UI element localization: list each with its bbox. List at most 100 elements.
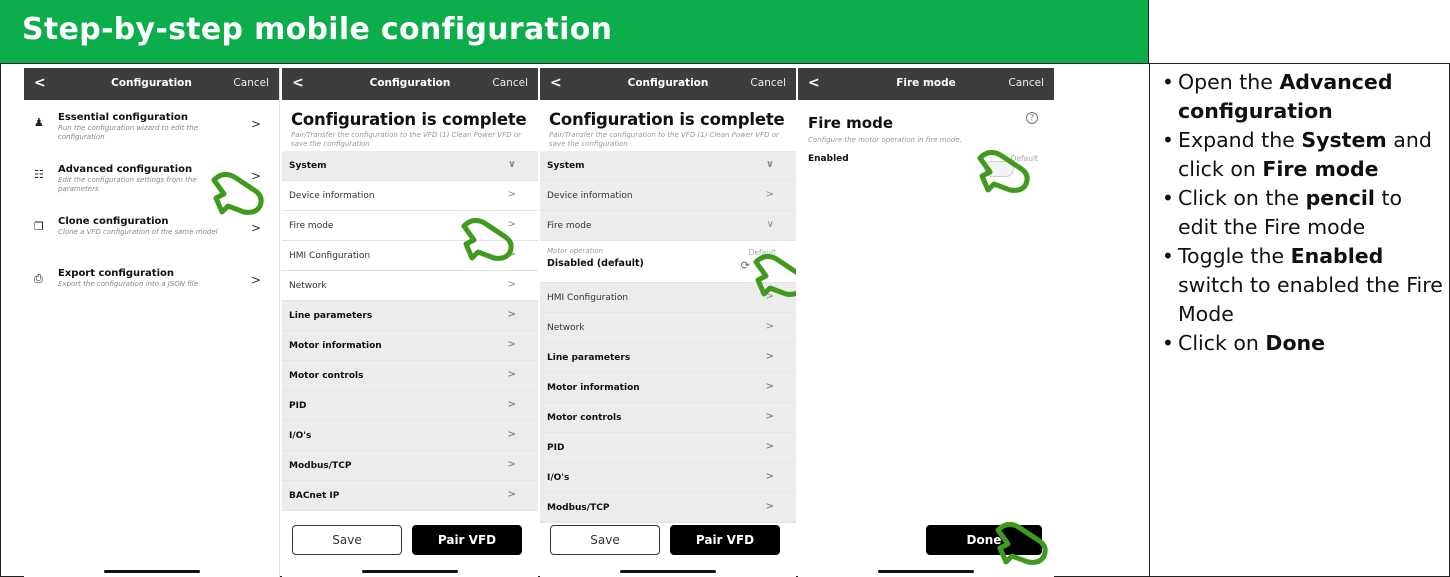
chevron-right-icon: >	[765, 321, 774, 332]
section-row-bacnet-ip[interactable]: BACnet IP >	[282, 481, 538, 511]
menu-item-title: Clone configuration	[58, 216, 169, 227]
chevron-right-icon: >	[507, 369, 516, 380]
chevron-right-icon: >	[250, 221, 261, 235]
chevron-down-icon: ∨	[507, 159, 516, 170]
top-bar: < Fire mode Cancel	[798, 68, 1054, 100]
menu-item-desc: Clone a VFD configuration of the same mo…	[58, 228, 218, 236]
chevron-down-icon: ∨	[765, 159, 774, 170]
chevron-right-icon: >	[765, 411, 774, 422]
instruction-step: • Click on Done	[1162, 331, 1326, 355]
instruction-step: • Open the Advanced configuration	[1162, 70, 1393, 123]
chevron-right-icon: >	[507, 279, 516, 290]
section-row-device-information[interactable]: Device information >	[540, 181, 796, 211]
cancel-button[interactable]: Cancel	[492, 77, 528, 89]
pointer-hand-icon	[461, 218, 514, 261]
chevron-right-icon: >	[507, 429, 516, 440]
export-icon: ⎙	[34, 272, 43, 285]
cancel-button[interactable]: Cancel	[233, 77, 269, 89]
chevron-right-icon: >	[765, 351, 774, 362]
top-bar: < Configuration Cancel	[540, 68, 796, 100]
chevron-right-icon: >	[765, 381, 774, 392]
column-divider	[1149, 64, 1150, 577]
section-row-network[interactable]: Network >	[540, 313, 796, 343]
home-indicator	[104, 570, 200, 573]
section-row-modbus-tcp[interactable]: Modbus/TCP >	[282, 451, 538, 481]
pointer-hand-icon	[753, 254, 796, 297]
page-title: Step-by-step mobile configuration	[22, 12, 613, 47]
chevron-right-icon: >	[765, 441, 774, 452]
sliders-icon: ☷	[34, 168, 44, 181]
section-row-line-parameters[interactable]: Line parameters >	[540, 343, 796, 373]
chevron-right-icon: >	[250, 273, 261, 287]
top-bar: < Configuration Cancel	[24, 68, 279, 100]
copy-icon: ❐	[34, 220, 44, 233]
instruction-list: • Open the Advanced configuration • Expand…	[1160, 68, 1445, 358]
section-row-pid[interactable]: PID >	[282, 391, 538, 421]
complete-heading: Configuration is complete	[291, 110, 527, 129]
menu-item-desc: Run the configuration wizard to edit the…	[58, 124, 199, 141]
phone-screen-configuration-menu: < Configuration Cancel ♟ Essential confi…	[24, 68, 280, 577]
menu-item-essential-configuration[interactable]: ♟ Essential configuration Run the config…	[24, 104, 279, 156]
cancel-button[interactable]: Cancel	[750, 77, 786, 89]
section-row-modbus-tcp[interactable]: Modbus/TCP >	[540, 493, 796, 523]
top-bar: < Configuration Cancel	[282, 68, 538, 100]
chevron-right-icon: >	[507, 309, 516, 320]
phone-screen-configuration-complete: < Configuration Cancel Configuration is …	[282, 68, 538, 577]
chevron-right-icon: >	[507, 399, 516, 410]
reset-icon[interactable]: ⟳	[741, 259, 750, 272]
chevron-right-icon: >	[507, 189, 516, 200]
section-row-motor-controls[interactable]: Motor controls >	[282, 361, 538, 391]
section-row-system[interactable]: System ∨	[540, 151, 796, 181]
home-indicator	[362, 570, 458, 573]
home-indicator	[878, 570, 974, 573]
section-row-motor-controls[interactable]: Motor controls >	[540, 403, 796, 433]
save-button[interactable]: Save	[550, 525, 660, 555]
pointer-hand-icon	[211, 172, 264, 215]
save-button[interactable]: Save	[292, 525, 402, 555]
chevron-down-icon: ∨	[766, 219, 774, 230]
section-row-fire-mode[interactable]: Fire mode ∨	[540, 211, 796, 241]
complete-heading: Configuration is complete	[549, 110, 785, 129]
section-row-line-parameters[interactable]: Line parameters >	[282, 301, 538, 331]
complete-subtitle: Pair/Transfer the configuration to the V…	[291, 131, 521, 148]
fire-mode-description: Configure the motor operation in fire mo…	[808, 136, 962, 144]
menu-item-desc: Export the configuration into a JSON fil…	[58, 280, 199, 288]
chevron-right-icon: >	[507, 339, 516, 350]
section-row-ios[interactable]: I/O's >	[282, 421, 538, 451]
chevron-right-icon: >	[765, 501, 774, 512]
menu-item-title: Essential configuration	[58, 112, 188, 123]
complete-subtitle: Pair/Transfer the configuration to the V…	[549, 131, 779, 148]
chevron-right-icon: >	[765, 471, 774, 482]
section-row-motor-information[interactable]: Motor information >	[282, 331, 538, 361]
chevron-right-icon: >	[250, 117, 261, 131]
instruction-step: • Toggle the Enabled switch to enabled th…	[1162, 244, 1443, 326]
section-row-motor-information[interactable]: Motor information >	[540, 373, 796, 403]
pair-vfd-button[interactable]: Pair VFD	[670, 525, 780, 555]
button-bar: Save Pair VFD	[540, 525, 796, 557]
section-row-pid[interactable]: PID >	[540, 433, 796, 463]
button-bar: Save Pair VFD	[282, 525, 538, 557]
section-row-ios[interactable]: I/O's >	[540, 463, 796, 493]
menu-item-title: Export configuration	[58, 268, 174, 279]
cancel-button[interactable]: Cancel	[1008, 77, 1044, 89]
home-indicator	[620, 570, 716, 573]
pointer-hand-icon	[977, 150, 1030, 193]
phone-screen-fire-mode: < Fire mode Cancel Fire mode ? Configure…	[798, 68, 1054, 577]
pair-vfd-button[interactable]: Pair VFD	[412, 525, 522, 555]
menu-item-export-configuration[interactable]: ⎙ Export configuration Export the config…	[24, 260, 279, 312]
fire-mode-heading: Fire mode	[808, 114, 894, 132]
section-row-network[interactable]: Network >	[282, 271, 538, 301]
header-right-cell	[1149, 0, 1450, 64]
instruction-step: • Click on the pencil to edit the Fire mo…	[1162, 186, 1403, 239]
section-row-device-information[interactable]: Device information >	[282, 181, 538, 211]
phone-screen-fire-mode-expanded: < Configuration Cancel Configuration is …	[540, 68, 796, 577]
section-row-system[interactable]: System ∨	[282, 151, 538, 181]
pointer-hand-icon	[995, 522, 1048, 565]
help-icon[interactable]: ?	[1026, 112, 1038, 124]
chevron-right-icon: >	[507, 489, 516, 500]
chevron-right-icon: >	[765, 189, 774, 200]
person-icon: ♟	[34, 116, 44, 129]
header-banner: Step-by-step mobile configuration	[0, 0, 1149, 64]
chevron-right-icon: >	[507, 459, 516, 470]
instruction-step: • Expand the System and click on Fire mod…	[1162, 128, 1432, 181]
